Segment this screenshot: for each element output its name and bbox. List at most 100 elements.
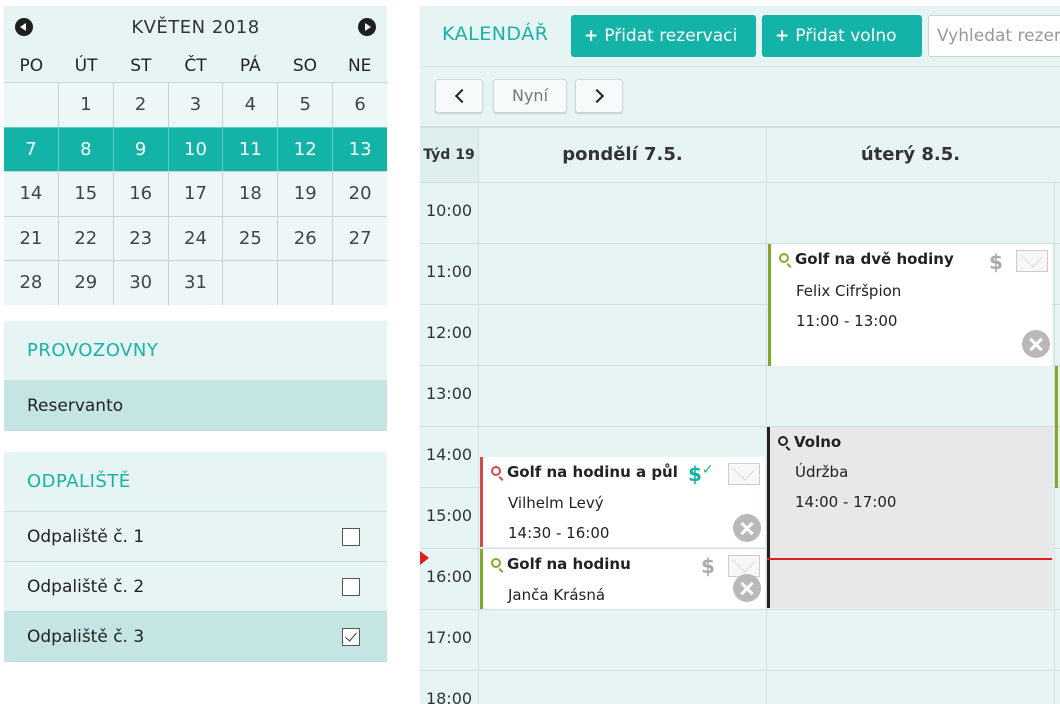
calendar-day-selected[interactable]: 13	[332, 126, 388, 172]
payment-dollar-icon[interactable]: $	[701, 554, 715, 578]
magnifier-icon	[778, 436, 788, 446]
calendar-day[interactable]: 5	[277, 82, 333, 127]
hour-label: 14:00	[425, 445, 473, 464]
tee-1-checkbox[interactable]	[342, 528, 360, 546]
calendar-nav-bar: Nyní	[420, 66, 1060, 126]
calendar-day[interactable]: 23	[112, 215, 168, 261]
delete-reservation-icon[interactable]	[1022, 330, 1050, 358]
calendar-week-row: 28 29 30 31	[4, 260, 388, 305]
payment-dollar-icon[interactable]: $	[989, 250, 1003, 274]
calendar-day-selected[interactable]: 10	[167, 126, 223, 172]
day-header-tuesday[interactable]: úterý 8.5.	[766, 128, 1054, 182]
calendar-day[interactable]: 18	[222, 171, 278, 216]
hour-label: 12:00	[425, 323, 473, 342]
calendar-day-empty	[222, 260, 278, 305]
reservation-customer: Felix Cifršpion	[796, 282, 902, 300]
calendar-day-empty	[4, 82, 58, 127]
plus-icon: +	[584, 26, 599, 46]
calendar-day[interactable]: 26	[277, 215, 333, 261]
calendar-day[interactable]: 1	[57, 82, 113, 127]
chevron-right-icon	[589, 88, 605, 104]
calendar-day-selected[interactable]: 8	[57, 126, 113, 172]
column-divider	[478, 182, 479, 704]
calendar-day[interactable]: 3	[167, 82, 223, 127]
reservation-title: Golf na dvě hodiny	[779, 250, 954, 268]
hour-label: 16:00	[425, 567, 473, 586]
tee-3-checkbox[interactable]	[342, 628, 360, 646]
add-free-time-button[interactable]: + Přidat volno	[762, 15, 922, 57]
delete-reservation-icon[interactable]	[733, 574, 761, 602]
weekday-label: ČT	[184, 56, 207, 76]
calendar-day-selected[interactable]: 12	[277, 126, 333, 172]
free-time-range: 14:00 - 17:00	[795, 493, 897, 511]
hour-row[interactable]: 18:00	[420, 670, 1060, 704]
weekday-header-row: PO ÚT ST ČT PÁ SO NE	[4, 50, 387, 82]
calendar-day-selected[interactable]: 7	[4, 126, 58, 172]
calendar-day[interactable]: 4	[222, 82, 278, 127]
tee-2-checkbox[interactable]	[342, 578, 360, 596]
calendar-day[interactable]: 31	[167, 260, 223, 305]
calendar-day[interactable]: 6	[332, 82, 388, 127]
day-header-monday[interactable]: pondělí 7.5.	[478, 128, 766, 182]
reservation-title: Golf na hodinu a půl	[491, 463, 678, 481]
chevron-left-icon	[454, 88, 470, 104]
reservation-card[interactable]: Golf na hodinu a půl Vilhelm Levý 14:30 …	[480, 457, 765, 547]
mini-calendar-grid: 1 2 3 4 5 6 7 8 9 10 11 12 13 14 15 16 1…	[4, 82, 388, 305]
tee-item-1[interactable]: Odpaliště č. 1	[4, 512, 387, 562]
next-week-button[interactable]	[575, 79, 623, 113]
calendar-day[interactable]: 14	[4, 171, 58, 216]
mini-calendar-header: KVĚTEN 2018	[4, 6, 387, 50]
calendar-day[interactable]: 17	[167, 171, 223, 216]
search-reservation-input[interactable]	[928, 15, 1060, 57]
calendar-day-selected[interactable]: 11	[222, 126, 278, 172]
mini-calendar: KVĚTEN 2018 PO ÚT ST ČT PÁ SO NE 1 2 3 4…	[4, 6, 388, 305]
delete-reservation-icon[interactable]	[733, 514, 761, 542]
weekday-label: SO	[292, 56, 318, 76]
event-edge-indicator	[1055, 366, 1058, 488]
free-time-block[interactable]: Volno Údržba 14:00 - 17:00	[767, 427, 1053, 608]
paid-dollar-icon[interactable]: $✓	[688, 462, 714, 486]
hour-label: 17:00	[425, 628, 473, 647]
tee-item-3[interactable]: Odpaliště č. 3	[4, 612, 387, 662]
calendar-day[interactable]: 2	[112, 82, 168, 127]
calendar-day[interactable]: 24	[167, 215, 223, 261]
calendar-day[interactable]: 21	[4, 215, 58, 261]
main-calendar: KALENDÁŘ + Přidat rezervaci + Přidat volno…	[420, 6, 1060, 704]
calendar-day[interactable]: 28	[4, 260, 58, 305]
tee-item-label: Odpaliště č. 2	[27, 577, 145, 597]
calendar-day[interactable]: 15	[57, 171, 113, 216]
hour-label: 11:00	[425, 262, 473, 281]
calendar-day[interactable]: 27	[332, 215, 388, 261]
hour-row[interactable]: 17:00	[420, 609, 1060, 670]
reservation-title: Golf na hodinu	[491, 555, 631, 573]
email-envelope-icon[interactable]	[1016, 250, 1048, 272]
tees-panel: ODPALIŠTĚ Odpaliště č. 1 Odpaliště č. 2 …	[4, 452, 387, 662]
calendar-day[interactable]: 30	[112, 260, 168, 305]
calendar-day[interactable]: 22	[57, 215, 113, 261]
paid-dollar-symbol: $	[688, 462, 702, 486]
add-free-time-label: Přidat volno	[795, 26, 897, 46]
reservation-card[interactable]: Golf na hodinu Janča Krásná $	[480, 549, 765, 609]
calendar-day[interactable]: 20	[332, 171, 388, 216]
next-month-icon[interactable]	[358, 18, 376, 36]
calendar-day[interactable]: 29	[57, 260, 113, 305]
location-item-reservanto[interactable]: Reservanto	[4, 381, 387, 431]
tee-item-2[interactable]: Odpaliště č. 2	[4, 562, 387, 612]
calendar-day[interactable]: 19	[277, 171, 333, 216]
now-button[interactable]: Nyní	[493, 79, 567, 113]
add-reservation-button[interactable]: + Přidat rezervaci	[571, 15, 756, 57]
prev-month-icon[interactable]	[15, 18, 33, 36]
hour-row[interactable]: 13:00	[420, 365, 1060, 426]
calendar-day[interactable]: 25	[222, 215, 278, 261]
locations-heading: PROVOZOVNY	[4, 321, 387, 381]
previous-week-button[interactable]	[435, 79, 483, 113]
email-envelope-icon[interactable]	[728, 463, 760, 485]
reservation-card[interactable]: Golf na dvě hodiny Felix Cifršpion 11:00…	[768, 244, 1052, 366]
plus-icon: +	[775, 26, 790, 46]
reservation-title-text: Golf na hodinu a půl	[507, 463, 678, 481]
hour-label: 15:00	[425, 506, 473, 525]
reservation-title-text: Golf na hodinu	[507, 555, 631, 573]
calendar-day[interactable]: 16	[112, 171, 168, 216]
calendar-day-selected[interactable]: 9	[112, 126, 168, 172]
hour-row[interactable]: 10:00	[420, 182, 1060, 243]
